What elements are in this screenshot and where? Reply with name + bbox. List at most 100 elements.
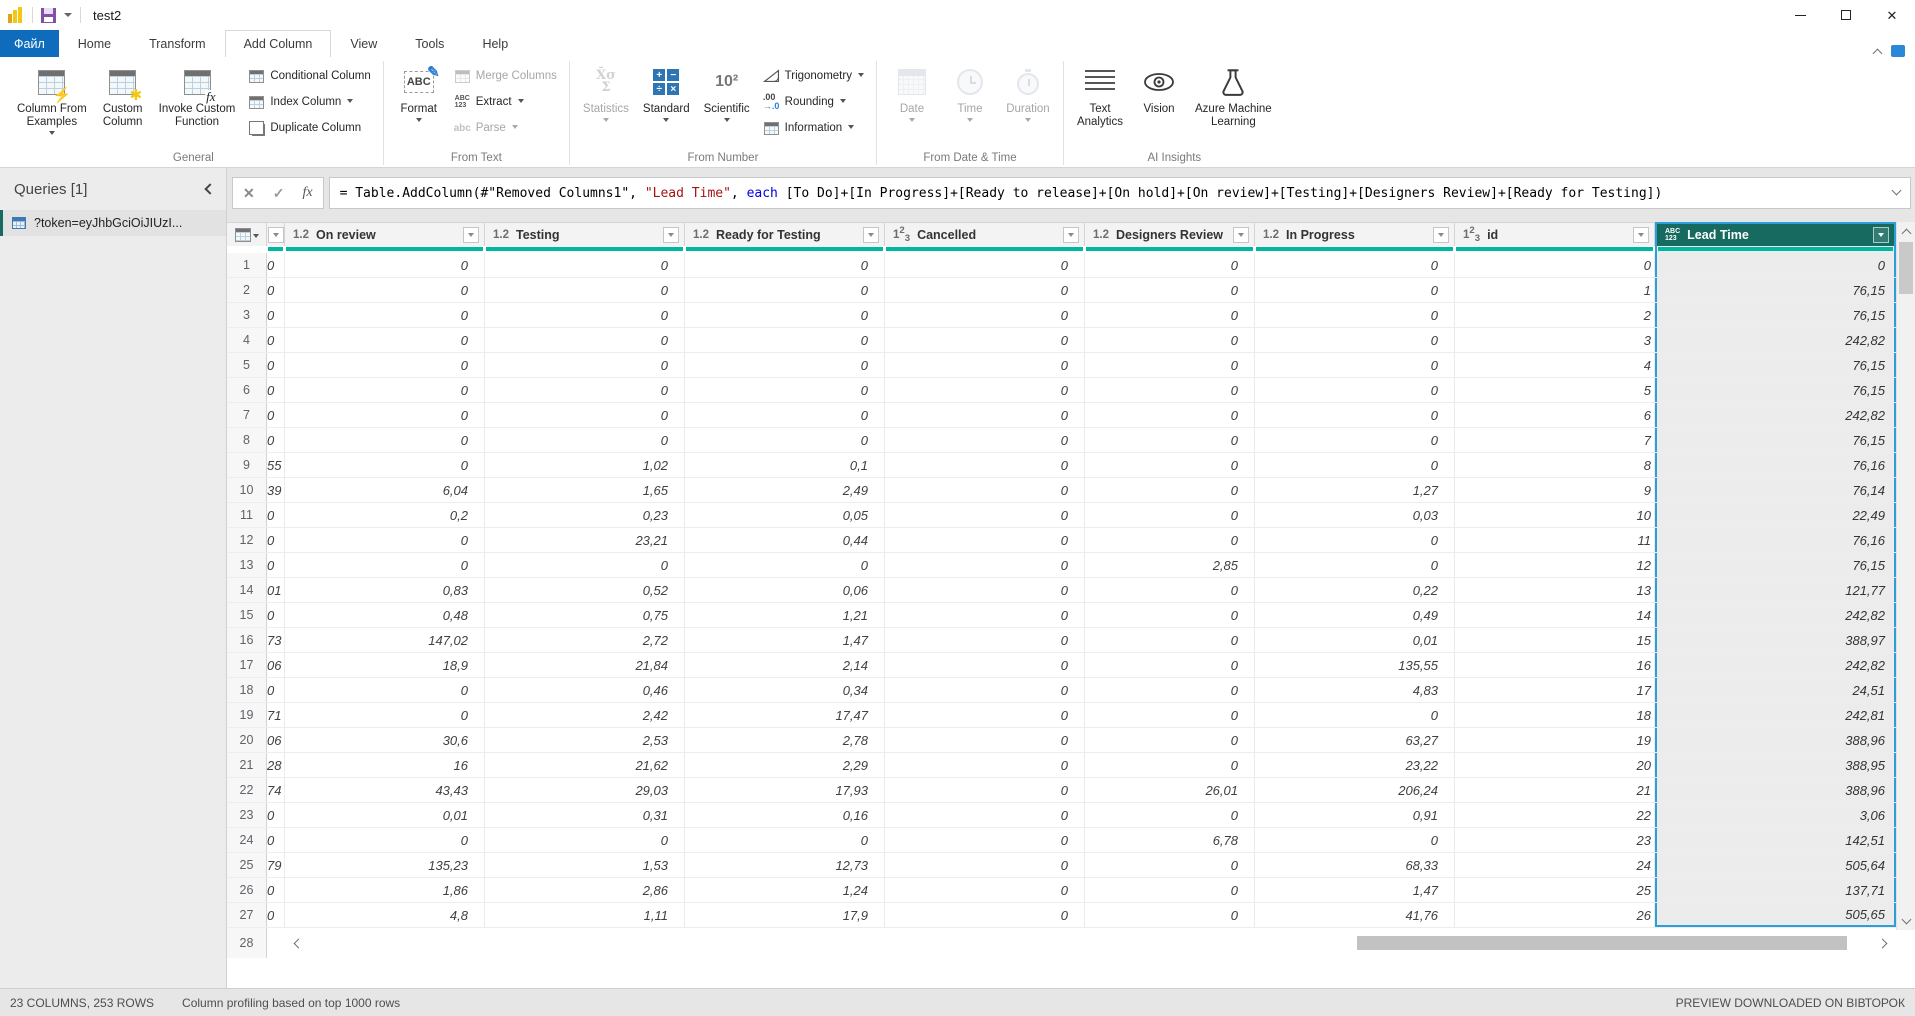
cell-clipped[interactable]: 06 xyxy=(267,653,285,677)
vision-button[interactable]: Vision xyxy=(1130,61,1188,150)
cell-id[interactable]: 0 xyxy=(1455,253,1655,277)
cell-id[interactable]: 11 xyxy=(1455,528,1655,552)
vscroll-up-arrow[interactable] xyxy=(1897,222,1915,240)
cell-cancelled[interactable]: 0 xyxy=(885,478,1085,502)
column-header-testing[interactable]: 1.2Testing xyxy=(485,222,685,246)
cell-designers_review[interactable]: 0 xyxy=(1085,703,1255,727)
cell-clipped[interactable]: 0 xyxy=(267,878,285,902)
column-header-lead_time[interactable]: ABC123Lead Time xyxy=(1655,222,1896,246)
cell-clipped[interactable]: 0 xyxy=(267,253,285,277)
cell-clipped[interactable]: 0 xyxy=(267,328,285,352)
cell-on_review[interactable]: 16 xyxy=(285,753,485,777)
tab-help[interactable]: Help xyxy=(463,30,527,57)
cell-lead_time[interactable]: 242,82 xyxy=(1655,403,1896,427)
cell-testing[interactable]: 0 xyxy=(485,353,685,377)
maximize-button[interactable] xyxy=(1823,0,1869,30)
cell-cancelled[interactable]: 0 xyxy=(885,428,1085,452)
row-number[interactable]: 2 xyxy=(227,278,267,302)
tab-home[interactable]: Home xyxy=(59,30,130,57)
cell-ready_for_testing[interactable]: 0,44 xyxy=(685,528,885,552)
cell-cancelled[interactable]: 0 xyxy=(885,653,1085,677)
row-number[interactable]: 23 xyxy=(227,803,267,827)
cell-lead_time[interactable]: 24,51 xyxy=(1655,678,1896,702)
cell-ready_for_testing[interactable]: 0,06 xyxy=(685,578,885,602)
quick-access-dropdown-icon[interactable] xyxy=(64,13,72,21)
cell-lead_time[interactable]: 76,15 xyxy=(1655,428,1896,452)
cell-designers_review[interactable]: 0 xyxy=(1085,353,1255,377)
cell-cancelled[interactable]: 0 xyxy=(885,303,1085,327)
cell-cancelled[interactable]: 0 xyxy=(885,453,1085,477)
cell-designers_review[interactable]: 26,01 xyxy=(1085,778,1255,802)
filter-button[interactable] xyxy=(1633,227,1649,243)
cell-lead_time[interactable]: 76,15 xyxy=(1655,378,1896,402)
collapse-queries-panel-button[interactable] xyxy=(206,182,214,196)
row-number[interactable]: 15 xyxy=(227,603,267,627)
cell-on_review[interactable]: 0 xyxy=(285,328,485,352)
cell-on_review[interactable]: 30,6 xyxy=(285,728,485,752)
cell-on_review[interactable]: 0,83 xyxy=(285,578,485,602)
cell-testing[interactable]: 21,84 xyxy=(485,653,685,677)
cell-id[interactable]: 18 xyxy=(1455,703,1655,727)
cell-in_progress[interactable]: 0,49 xyxy=(1255,603,1455,627)
cell-testing[interactable]: 0 xyxy=(485,428,685,452)
row-number[interactable]: 9 xyxy=(227,453,267,477)
cell-clipped[interactable]: 0 xyxy=(267,403,285,427)
cell-in_progress[interactable]: 4,83 xyxy=(1255,678,1455,702)
cell-ready_for_testing[interactable]: 0,34 xyxy=(685,678,885,702)
cell-designers_review[interactable]: 0 xyxy=(1085,903,1255,927)
cell-on_review[interactable]: 0 xyxy=(285,528,485,552)
cell-lead_time[interactable]: 242,82 xyxy=(1655,328,1896,352)
cell-designers_review[interactable]: 0 xyxy=(1085,528,1255,552)
cell-testing[interactable]: 2,86 xyxy=(485,878,685,902)
cell-on_review[interactable]: 6,04 xyxy=(285,478,485,502)
cell-cancelled[interactable]: 0 xyxy=(885,378,1085,402)
cell-on_review[interactable]: 0 xyxy=(285,303,485,327)
cell-id[interactable]: 23 xyxy=(1455,828,1655,852)
row-number[interactable]: 26 xyxy=(227,878,267,902)
cell-ready_for_testing[interactable]: 17,47 xyxy=(685,703,885,727)
cell-id[interactable]: 10 xyxy=(1455,503,1655,527)
row-number[interactable]: 24 xyxy=(227,828,267,852)
cell-id[interactable]: 20 xyxy=(1455,753,1655,777)
cell-testing[interactable]: 1,11 xyxy=(485,903,685,927)
cell-on_review[interactable]: 0 xyxy=(285,428,485,452)
cell-testing[interactable]: 0,23 xyxy=(485,503,685,527)
row-number[interactable]: 28 xyxy=(227,928,267,958)
cell-lead_time[interactable]: 142,51 xyxy=(1655,828,1896,852)
cell-designers_review[interactable]: 0 xyxy=(1085,678,1255,702)
cell-in_progress[interactable]: 0 xyxy=(1255,278,1455,302)
hscroll-left-arrow[interactable] xyxy=(289,934,307,952)
cell-designers_review[interactable]: 0 xyxy=(1085,428,1255,452)
cell-ready_for_testing[interactable]: 0 xyxy=(685,428,885,452)
cell-on_review[interactable]: 0,2 xyxy=(285,503,485,527)
cell-clipped[interactable]: 0 xyxy=(267,828,285,852)
date-button[interactable]: Date xyxy=(883,61,941,150)
cell-clipped[interactable]: 01 xyxy=(267,578,285,602)
cell-cancelled[interactable]: 0 xyxy=(885,503,1085,527)
filter-button[interactable] xyxy=(1233,227,1249,243)
cell-id[interactable]: 15 xyxy=(1455,628,1655,652)
file-tab[interactable]: Файл xyxy=(0,30,59,57)
cell-designers_review[interactable]: 0 xyxy=(1085,328,1255,352)
cell-id[interactable]: 22 xyxy=(1455,803,1655,827)
cell-lead_time[interactable]: 388,96 xyxy=(1655,728,1896,752)
cell-testing[interactable]: 0,52 xyxy=(485,578,685,602)
cell-ready_for_testing[interactable]: 0 xyxy=(685,328,885,352)
cell-on_review[interactable]: 0 xyxy=(285,453,485,477)
cell-cancelled[interactable]: 0 xyxy=(885,403,1085,427)
cell-in_progress[interactable]: 0,22 xyxy=(1255,578,1455,602)
cell-lead_time[interactable]: 242,82 xyxy=(1655,653,1896,677)
cell-id[interactable]: 14 xyxy=(1455,603,1655,627)
cell-ready_for_testing[interactable]: 0,05 xyxy=(685,503,885,527)
cell-cancelled[interactable]: 0 xyxy=(885,328,1085,352)
cell-cancelled[interactable]: 0 xyxy=(885,828,1085,852)
cell-id[interactable]: 9 xyxy=(1455,478,1655,502)
cell-designers_review[interactable]: 0 xyxy=(1085,378,1255,402)
row-number[interactable]: 17 xyxy=(227,653,267,677)
cell-on_review[interactable]: 0 xyxy=(285,353,485,377)
cell-lead_time[interactable]: 76,15 xyxy=(1655,303,1896,327)
conditional-column-button[interactable]: Conditional Column xyxy=(242,63,376,89)
cell-on_review[interactable]: 43,43 xyxy=(285,778,485,802)
cell-cancelled[interactable]: 0 xyxy=(885,853,1085,877)
cell-clipped[interactable]: 0 xyxy=(267,553,285,577)
